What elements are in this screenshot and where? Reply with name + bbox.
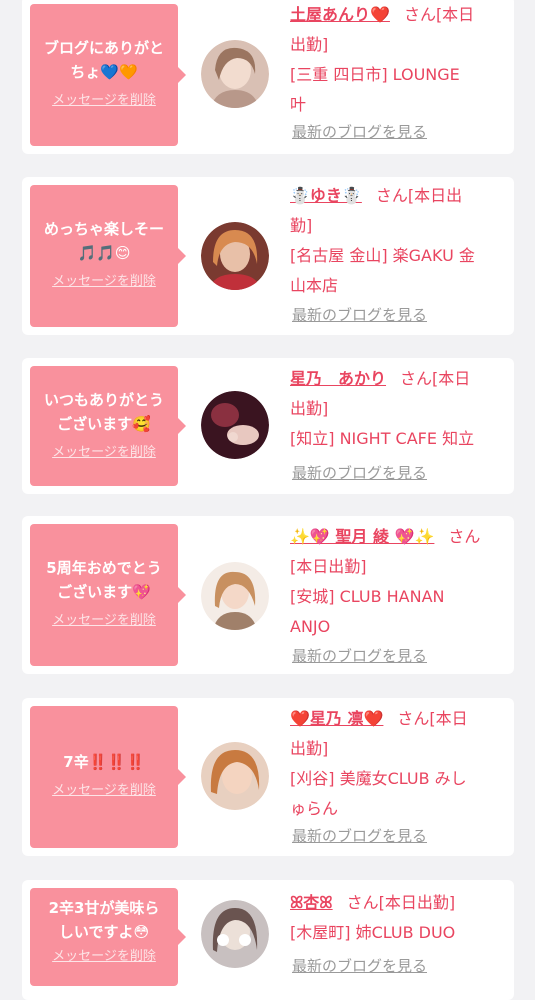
message-list: ブログにありがと ちょ💙🧡 メッセージを削除 土屋あんり❤️ さん[本日 出勤] … — [0, 0, 535, 1000]
cast-info: 土屋あんり❤️ さん[本日 出勤] [三重 四日市] LOUNGE 叶 — [290, 0, 502, 120]
cast-name-line: ☃️ゆき☃️ さん[本日出 — [290, 181, 502, 211]
avatar[interactable] — [201, 562, 269, 630]
list-item: めっちゃ楽しそー 🎵🎵😊 メッセージを削除 ☃️ゆき☃️ さん[本日出 勤] [名… — [22, 177, 514, 335]
cast-info: 星乃 あかり さん[本日 出勤] [知立] NIGHT CAFE 知立 — [290, 364, 502, 454]
latest-blog-link[interactable]: 最新のブログを見る — [292, 956, 427, 976]
message-text-line: しいですよ😳 — [58, 923, 150, 941]
message-bubble: いつもありがとう ございます🥰 メッセージを削除 — [30, 366, 186, 486]
avatar[interactable] — [201, 742, 269, 810]
message-text-line: 7辛‼️‼️‼️ — [63, 753, 145, 771]
cast-info: ❤️星乃 凛❤️ さん[本日 出勤] [刈谷] 美魔女CLUB みし ゅらん — [290, 704, 502, 824]
message-text-line: いつもありがとう — [43, 391, 164, 409]
honorific-status: さん[本日 — [400, 369, 471, 388]
message-bubble: 2辛3甘が美味ら しいですよ😳 メッセージを削除 — [30, 888, 186, 986]
list-item: 5周年おめでとう ございます💖 メッセージを削除 ✨💖 聖月 綾 💖✨ さん [本… — [22, 516, 514, 674]
latest-blog-link[interactable]: 最新のブログを見る — [292, 826, 427, 846]
delete-message-link[interactable]: メッセージを削除 — [52, 92, 156, 110]
message-text-line: めっちゃ楽しそー — [43, 220, 164, 238]
cast-detail-line: 叶 — [290, 95, 307, 114]
honorific-status: さん[本日出 — [375, 186, 463, 205]
delete-message-link[interactable]: メッセージを削除 — [52, 444, 156, 462]
delete-message-link[interactable]: メッセージを削除 — [52, 948, 156, 966]
message-text-line: ございます💖 — [57, 583, 151, 601]
latest-blog-link[interactable]: 最新のブログを見る — [292, 463, 427, 483]
message-text-line: ちょ💙🧡 — [70, 63, 138, 81]
cast-name-line: 星乃 あかり さん[本日 — [290, 364, 502, 394]
message-text-line: 2辛3甘が美味ら — [48, 899, 160, 917]
latest-blog-link[interactable]: 最新のブログを見る — [292, 646, 427, 666]
cast-detail-line: [知立] NIGHT CAFE 知立 — [290, 429, 475, 448]
cast-name-link[interactable]: ☃️ゆき☃️ — [290, 186, 362, 205]
cast-name-link[interactable]: ❤️星乃 凛❤️ — [290, 709, 383, 728]
cast-name-link[interactable]: 土屋あんり❤️ — [290, 5, 390, 24]
cast-detail-line: [名古屋 金山] 楽GAKU 金 — [290, 246, 475, 265]
cast-detail-line: ゅらん — [290, 799, 339, 818]
latest-blog-link[interactable]: 最新のブログを見る — [292, 122, 427, 142]
cast-name-line: ꕤ杏ꕤ さん[本日出勤] — [290, 888, 502, 918]
cast-detail-line: ANJO — [290, 617, 331, 636]
cast-detail-line: [刈谷] 美魔女CLUB みし — [290, 769, 467, 788]
avatar[interactable] — [201, 222, 269, 290]
message-text-line: 5周年おめでとう — [46, 559, 162, 577]
avatar[interactable] — [201, 900, 269, 968]
message-bubble: 5周年おめでとう ございます💖 メッセージを削除 — [30, 524, 186, 666]
honorific-status: さん[本日 — [397, 709, 468, 728]
delete-message-link[interactable]: メッセージを削除 — [52, 273, 156, 291]
cast-name-line: ❤️星乃 凛❤️ さん[本日 — [290, 704, 502, 734]
avatar[interactable] — [201, 40, 269, 108]
list-item: いつもありがとう ございます🥰 メッセージを削除 星乃 あかり さん[本日 出勤]… — [22, 358, 514, 494]
delete-message-link[interactable]: メッセージを削除 — [52, 612, 156, 630]
cast-detail-line: [三重 四日市] LOUNGE — [290, 65, 460, 84]
latest-blog-link[interactable]: 最新のブログを見る — [292, 305, 427, 325]
cast-info: ✨💖 聖月 綾 💖✨ さん [本日出勤] [安城] CLUB HANAN ANJO — [290, 522, 502, 642]
cast-detail-line: [安城] CLUB HANAN — [290, 587, 445, 606]
message-text-line: ブログにありがと — [43, 39, 164, 57]
cast-detail-line: 出勤] — [290, 739, 329, 758]
message-text-line: 🎵🎵😊 — [77, 244, 131, 262]
avatar[interactable] — [201, 391, 269, 459]
list-item: ブログにありがと ちょ💙🧡 メッセージを削除 土屋あんり❤️ さん[本日 出勤] … — [22, 0, 514, 154]
cast-detail-line: [本日出勤] — [290, 557, 367, 576]
cast-detail-line: [木屋町] 姉CLUB DUO — [290, 923, 456, 942]
list-item: 2辛3甘が美味ら しいですよ😳 メッセージを削除 ꕤ杏ꕤ さん[本日出勤] [木屋… — [22, 880, 514, 1000]
cast-name-link[interactable]: ✨💖 聖月 綾 💖✨ — [290, 527, 434, 546]
message-bubble: ブログにありがと ちょ💙🧡 メッセージを削除 — [30, 4, 186, 146]
message-bubble: めっちゃ楽しそー 🎵🎵😊 メッセージを削除 — [30, 185, 186, 327]
list-item: 7辛‼️‼️‼️ メッセージを削除 ❤️星乃 凛❤️ さん[本日 出勤] [刈谷]… — [22, 698, 514, 856]
cast-info: ☃️ゆき☃️ さん[本日出 勤] [名古屋 金山] 楽GAKU 金 山本店 — [290, 181, 502, 301]
message-bubble: 7辛‼️‼️‼️ メッセージを削除 — [30, 706, 186, 848]
cast-detail-line: 出勤] — [290, 399, 329, 418]
honorific-status: さん[本日出勤] — [346, 893, 456, 912]
cast-name-link[interactable]: ꕤ杏ꕤ — [290, 893, 333, 912]
cast-info: ꕤ杏ꕤ さん[本日出勤] [木屋町] 姉CLUB DUO — [290, 888, 502, 948]
honorific-status: さん[本日 — [403, 5, 475, 24]
cast-name-link[interactable]: 星乃 あかり — [290, 369, 386, 388]
cast-detail-line: 出勤] — [290, 35, 329, 54]
message-text-line: ございます🥰 — [57, 415, 151, 433]
honorific-status: さん — [448, 527, 481, 546]
cast-name-line: ✨💖 聖月 綾 💖✨ さん — [290, 522, 502, 552]
cast-detail-line: 勤] — [290, 216, 313, 235]
cast-detail-line: 山本店 — [290, 276, 339, 295]
cast-name-line: 土屋あんり❤️ さん[本日 — [290, 0, 502, 30]
delete-message-link[interactable]: メッセージを削除 — [52, 782, 156, 800]
